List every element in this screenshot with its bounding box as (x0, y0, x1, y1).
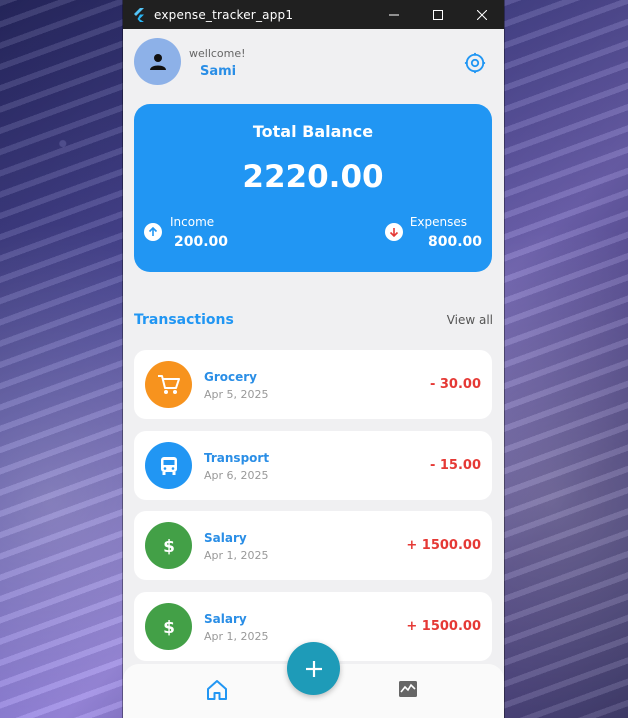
view-all-link[interactable]: View all (447, 313, 493, 327)
svg-text:$: $ (163, 618, 175, 638)
transaction-name: Salary (204, 612, 247, 626)
profile-header: wellcome! Sami (123, 29, 504, 91)
balance-title: Total Balance (252, 122, 374, 141)
transaction-item[interactable]: $ Salary Apr 1, 2025 + 1500.00 (134, 511, 492, 580)
avatar[interactable] (134, 38, 181, 85)
minimize-button[interactable] (372, 0, 416, 29)
svg-text:$: $ (163, 537, 175, 557)
username: Sami (200, 64, 237, 79)
dollar-icon: $ (145, 603, 192, 650)
transaction-date: Apr 1, 2025 (204, 549, 269, 562)
balance-amount: 2220.00 (242, 159, 384, 195)
transactions-header: Transactions View all (134, 312, 493, 332)
transaction-date: Apr 5, 2025 (204, 388, 269, 401)
chart-icon (399, 681, 417, 697)
transaction-name: Salary (204, 531, 247, 545)
add-transaction-button[interactable] (287, 642, 340, 695)
gear-icon (464, 52, 486, 74)
maximize-button[interactable] (416, 0, 460, 29)
cart-icon (145, 361, 192, 408)
expenses-label: Expenses (409, 215, 467, 229)
window-title: expense_tracker_app1 (154, 7, 294, 22)
dollar-icon: $ (145, 522, 192, 569)
transaction-date: Apr 6, 2025 (204, 469, 269, 482)
desktop-background-right (504, 0, 628, 718)
transaction-name: Transport (204, 451, 270, 465)
income-value: 200.00 (174, 234, 229, 250)
settings-button[interactable] (462, 50, 488, 76)
transaction-name: Grocery (204, 370, 258, 384)
arrow-down-icon (385, 223, 403, 241)
bus-icon (145, 442, 192, 489)
transaction-item[interactable]: Grocery Apr 5, 2025 - 30.00 (134, 350, 492, 419)
flutter-logo-icon (132, 7, 146, 22)
plus-icon (305, 660, 322, 677)
app-content: wellcome! Sami Total Balance 2220.00 Inc… (123, 29, 504, 718)
expenses-summary: Expenses 800.00 (382, 215, 482, 255)
transaction-amount: + 1500.00 (406, 619, 481, 634)
greeting-text: wellcome! (189, 47, 246, 60)
transaction-amount: + 1500.00 (406, 538, 481, 553)
home-icon (207, 680, 227, 700)
expenses-value: 800.00 (427, 234, 482, 250)
app-window: expense_tracker_app1 wellcome! Sami Tota… (123, 0, 504, 718)
home-nav-button[interactable] (205, 678, 229, 702)
transaction-item[interactable]: Transport Apr 6, 2025 - 15.00 (134, 431, 492, 500)
transaction-amount: - 30.00 (429, 377, 481, 392)
desktop-background-left (0, 0, 123, 718)
stats-nav-button[interactable] (397, 678, 419, 700)
title-bar[interactable]: expense_tracker_app1 (123, 0, 504, 29)
close-button[interactable] (460, 0, 504, 29)
transactions-title: Transactions (134, 312, 234, 328)
income-label: Income (170, 215, 215, 229)
transaction-date: Apr 1, 2025 (204, 630, 269, 643)
transaction-amount: - 15.00 (429, 458, 481, 473)
person-icon (149, 53, 166, 70)
balance-card: Total Balance 2220.00 Income 200.00 Expe… (134, 104, 492, 272)
arrow-up-icon (144, 223, 162, 241)
